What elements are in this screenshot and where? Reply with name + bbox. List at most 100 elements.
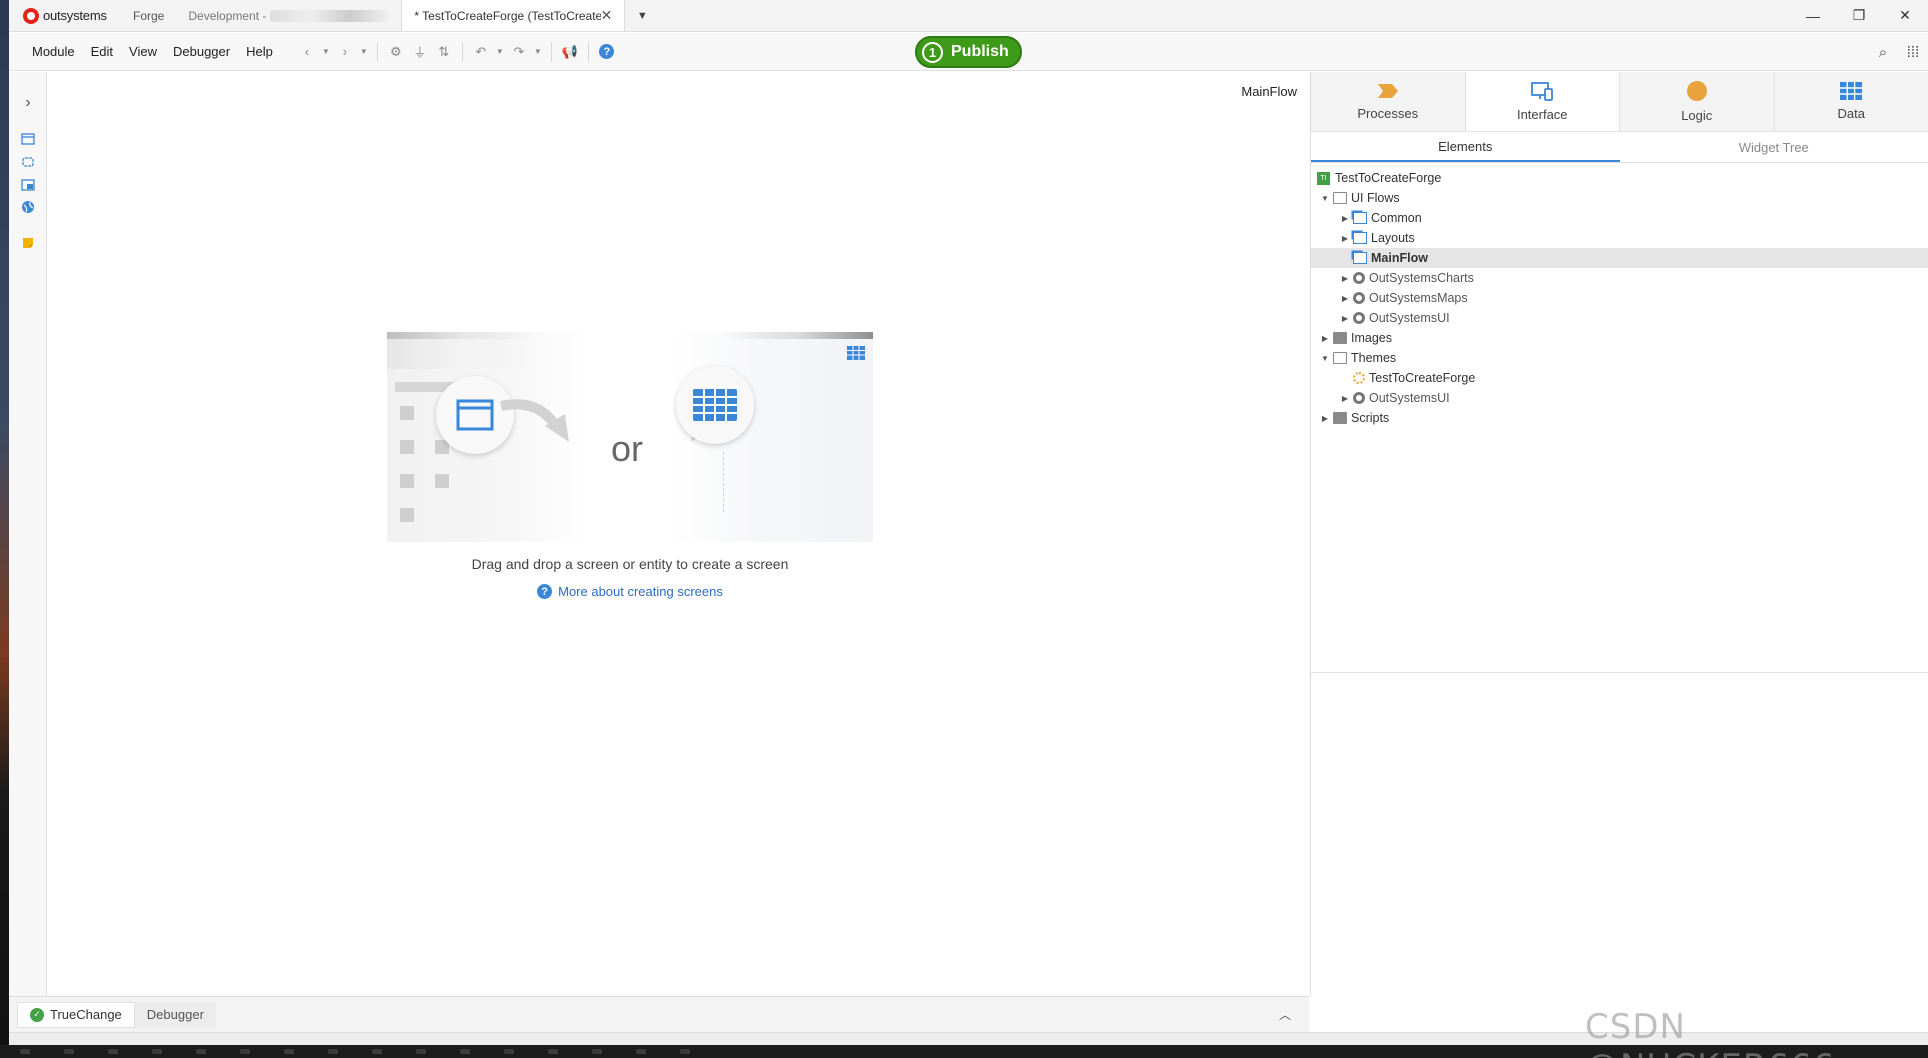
tree-item-layouts[interactable]: ▶ Layouts [1311,228,1928,248]
tab-widget-tree[interactable]: Widget Tree [1620,132,1928,162]
tree-item-scripts[interactable]: ▶ Scripts [1311,408,1928,428]
watermark-text: CSDN @NUCKER666 [1585,1007,1834,1058]
tree-item-outsystemsui[interactable]: ▶ OutSystemsUI [1311,308,1928,328]
expand-panel-icon[interactable]: ︿ [1279,1006,1291,1023]
menu-debugger[interactable]: Debugger [165,44,238,59]
tree-item-images[interactable]: ▶ Images [1311,328,1928,348]
publish-button[interactable]: 1 Publish [915,36,1022,68]
mockup-bar [387,332,537,339]
redacted-text [270,9,390,22]
email-icon[interactable] [19,176,37,194]
redo-icon[interactable]: ↷ [507,40,531,64]
collapsed-caret-icon[interactable]: ▶ [1339,314,1351,323]
tree-item-ui-flows[interactable]: ▼ UI Flows [1311,188,1928,208]
tree-item-mainflow[interactable]: MainFlow [1311,248,1928,268]
undo-dropdown-icon[interactable]: ▼ [493,40,507,64]
menu-edit[interactable]: Edit [83,44,121,59]
collapsed-caret-icon[interactable]: ▶ [1339,294,1351,303]
help-icon[interactable]: ? [595,40,619,64]
expanded-caret-icon[interactable]: ▼ [1319,194,1331,203]
forward-icon[interactable]: › [333,40,357,64]
tab-interface[interactable]: Interface [1465,72,1620,131]
toolbar-icons: ‹ ▼ › ▼ ⚙ ⏚ ⇅ ↶ ▼ ↷ ▼ 📢 ? [295,40,619,64]
tree-item-common[interactable]: ▶ Common [1311,208,1928,228]
tab-label: Processes [1357,106,1419,121]
collapsed-caret-icon[interactable]: ▶ [1339,394,1351,403]
collapsed-caret-icon[interactable]: ▶ [1319,414,1331,423]
restore-button[interactable]: ❐ [1836,0,1882,31]
back-icon[interactable]: ‹ [295,40,319,64]
tab-testtocreateforge[interactable]: * TestToCreateForge (TestToCreateFo ✕ [401,0,626,31]
folder-icon [1333,412,1347,424]
logic-icon [1686,81,1707,101]
feedback-megaphone-icon[interactable]: 📢 [558,40,582,64]
table-icon [847,346,865,360]
minimize-button[interactable]: — [1790,0,1836,31]
mockup-square [400,474,414,488]
settings-gear-icon[interactable]: ⚙ [384,40,408,64]
menu-module[interactable]: Module [24,44,83,59]
tab-data[interactable]: Data [1774,72,1928,131]
tab-truechange[interactable]: ✓ TrueChange [17,1001,135,1028]
tabs-dropdown-icon[interactable]: ▼ [625,0,659,31]
elements-tree: TI TestToCreateForge ▼ UI Flows ▶ Common… [1311,163,1928,673]
tab-label: Forge [133,8,165,23]
tab-processes[interactable]: Processes [1311,72,1466,131]
properties-panel [1311,673,1928,993]
tab-logic[interactable]: Logic [1620,72,1775,131]
back-dropdown-icon[interactable]: ▼ [319,40,333,64]
tree-label: Scripts [1351,411,1390,425]
expand-chevron-icon[interactable]: › [19,94,37,112]
toolbar-right: ⌕ ⁞⁞⁞ [1868,33,1928,71]
layer-tabs: Processes Interface Logic Data [1311,72,1928,132]
tab-development[interactable]: Development - [176,0,401,31]
outsystems-logo[interactable]: outsystems [9,0,121,31]
tree-label: UI Flows [1351,191,1400,205]
service-studio-window: outsystems Forge Development - * TestToC… [9,0,1928,1058]
more-about-screens-link[interactable]: ? More about creating screens [387,584,873,599]
tab-elements[interactable]: Elements [1311,132,1620,162]
tree-item-themes[interactable]: ▼ Themes [1311,348,1928,368]
undo-icon[interactable]: ↶ [469,40,493,64]
tree-item-theme-testtocreateforge[interactable]: TestToCreateForge [1311,368,1928,388]
tab-forge[interactable]: Forge [121,0,176,31]
tab-debugger[interactable]: Debugger [134,1001,216,1028]
merge-icon[interactable]: ⇅ [432,40,456,64]
expanded-caret-icon[interactable]: ▼ [1319,354,1331,363]
tree-label: OutSystemsUI [1369,311,1450,325]
tree-item-outsystemscharts[interactable]: ▶ OutSystemsCharts [1311,268,1928,288]
collapsed-caret-icon[interactable]: ▶ [1319,334,1331,343]
apps-grid-icon[interactable]: ⁞⁞⁞ [1898,40,1928,64]
interface-icon [1531,82,1554,101]
globe-icon[interactable] [19,198,37,216]
ui-flow-icon [1353,212,1367,224]
toolbar: Module Edit View Debugger Help ‹ ▼ › ▼ ⚙… [9,33,1928,71]
right-panel: Processes Interface Logic Data Elements … [1310,72,1928,996]
menu-view[interactable]: View [121,44,165,59]
tree-item-module[interactable]: TI TestToCreateForge [1311,168,1928,188]
create-screen-illustration: or [387,332,873,542]
close-tab-icon[interactable]: ✕ [601,7,613,24]
menu-help[interactable]: Help [238,44,281,59]
menu-bar: Module Edit View Debugger Help [9,44,281,59]
block-icon[interactable] [19,153,37,171]
ui-flow-icon [1353,252,1367,264]
forward-dropdown-icon[interactable]: ▼ [357,40,371,64]
note-icon[interactable] [19,234,37,252]
collapsed-caret-icon[interactable]: ▶ [1339,234,1351,243]
redo-dropdown-icon[interactable]: ▼ [531,40,545,64]
tab-label: * TestToCreateForge (TestToCreateFo [414,8,601,23]
screen-icon[interactable] [19,130,37,148]
tree-item-theme-outsystemsui[interactable]: ▶ OutSystemsUI [1311,388,1928,408]
mockup-square [400,406,414,420]
tree-label: OutSystemsUI [1369,391,1450,405]
close-window-button[interactable]: ✕ [1882,0,1928,31]
plugin-icon[interactable]: ⏚ [408,40,432,64]
tree-item-outsystemsmaps[interactable]: ▶ OutSystemsMaps [1311,288,1928,308]
tab-label: Data [1837,106,1865,121]
collapsed-caret-icon[interactable]: ▶ [1339,274,1351,283]
search-icon[interactable]: ⌕ [1868,40,1898,64]
collapsed-caret-icon[interactable]: ▶ [1339,214,1351,223]
folder-icon [1333,332,1347,344]
tree-label: Common [1371,211,1422,225]
